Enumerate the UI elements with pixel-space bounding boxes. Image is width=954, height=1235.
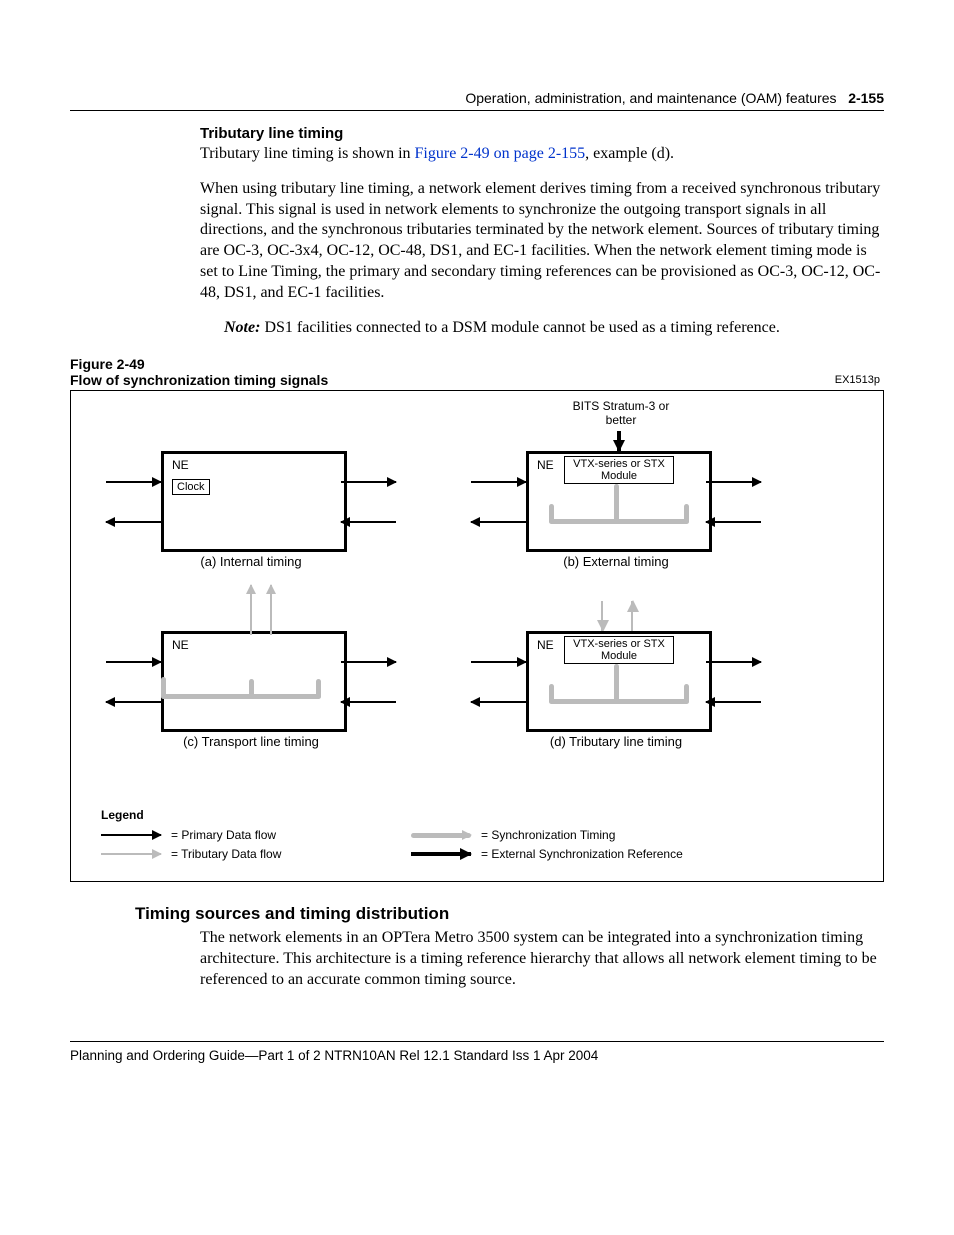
sync-line [249, 679, 254, 699]
legend-item: = Primary Data flow [101, 828, 411, 842]
arrow-icon [706, 701, 761, 703]
arrow-icon [471, 481, 526, 483]
arrow-down-icon [617, 431, 621, 451]
ne-label: NE [172, 458, 189, 472]
caption-d: (d) Tributary line timing [516, 734, 716, 749]
figure-box: NE Clock (a) Internal timing BITS Stratu… [70, 390, 884, 882]
arrow-icon [471, 701, 526, 703]
arrow-icon [341, 661, 396, 663]
arrow-up-icon [631, 601, 633, 631]
diagram-c-ne: NE [161, 631, 347, 732]
legend-label: = Primary Data flow [171, 828, 276, 842]
legend-title: Legend [101, 808, 853, 822]
sync-line [316, 679, 321, 699]
arrow-icon [270, 585, 272, 635]
sync-line [614, 664, 619, 704]
note-paragraph: Note: DS1 facilities connected to a DSM … [224, 318, 884, 339]
bits-label: BITS Stratum-3 or better [561, 399, 681, 427]
figure-code: EX1513p [835, 374, 880, 386]
sync-line [684, 504, 689, 524]
ne-label: NE [172, 638, 189, 652]
module-box: VTX-series or STX Module [564, 636, 674, 664]
diagram-a-ne: NE Clock [161, 451, 347, 552]
arrow-icon [106, 701, 161, 703]
sync-line [549, 519, 689, 524]
tributary-intro: Tributary line timing is shown in Figure… [200, 144, 884, 165]
legend-label: = External Synchronization Reference [481, 847, 683, 861]
figure-crossref-link[interactable]: Figure 2-49 on page 2-155 [415, 145, 586, 162]
sync-line [549, 699, 689, 704]
arrow-icon [471, 521, 526, 523]
sync-line [161, 677, 166, 699]
page-footer: Planning and Ordering Guide—Part 1 of 2 … [70, 1041, 884, 1063]
note-label: Note: [224, 319, 260, 336]
tributary-body: When using tributary line timing, a netw… [200, 179, 884, 304]
arrow-icon [706, 661, 761, 663]
arrow-icon [250, 585, 252, 635]
arrow-icon [106, 481, 161, 483]
ne-label: NE [537, 458, 554, 472]
sync-line [161, 694, 321, 699]
sync-line [684, 684, 689, 704]
caption-a: (a) Internal timing [151, 554, 351, 569]
arrow-icon [341, 521, 396, 523]
arrow-icon [411, 852, 471, 856]
ne-label: NE [537, 638, 554, 652]
figure-caption: Figure 2-49 Flow of synchronization timi… [70, 356, 884, 388]
arrow-icon [101, 853, 161, 855]
sync-line [549, 684, 554, 704]
caption-b: (b) External timing [516, 554, 716, 569]
figure-number: Figure 2-49 [70, 356, 145, 372]
diagram-b-ne: NE VTX-series or STX Module [526, 451, 712, 552]
legend: Legend = Primary Data flow = Synchroniza… [101, 808, 853, 866]
arrow-icon [706, 521, 761, 523]
diagram-d-ne: NE VTX-series or STX Module [526, 631, 712, 732]
arrow-icon [706, 481, 761, 483]
legend-item: = Synchronization Timing [411, 828, 721, 842]
arrow-icon [471, 661, 526, 663]
legend-label: = Synchronization Timing [481, 828, 615, 842]
text-span: , example (d). [585, 145, 674, 162]
header-section: Operation, administration, and maintenan… [465, 90, 836, 106]
tributary-subhead: Tributary line timing [200, 125, 884, 142]
legend-item: = External Synchronization Reference [411, 847, 721, 861]
clock-box: Clock [172, 479, 210, 495]
header-page-number: 2-155 [848, 90, 884, 106]
module-box: VTX-series or STX Module [564, 456, 674, 484]
sync-line [549, 504, 554, 524]
arrow-icon [101, 834, 161, 836]
caption-c: (c) Transport line timing [151, 734, 351, 749]
arrow-down-icon [601, 601, 603, 631]
legend-label: = Tributary Data flow [171, 847, 281, 861]
arrow-icon [106, 661, 161, 663]
arrow-icon [411, 833, 471, 838]
text-span: Tributary line timing is shown in [200, 145, 415, 162]
arrow-icon [106, 521, 161, 523]
figure-title: Flow of synchronization timing signals [70, 372, 884, 388]
legend-item: = Tributary Data flow [101, 847, 411, 861]
arrow-icon [341, 701, 396, 703]
sync-line [614, 484, 619, 524]
arrow-icon [341, 481, 396, 483]
note-text: DS1 facilities connected to a DSM module… [260, 319, 779, 336]
section2-body: The network elements in an OPTera Metro … [200, 928, 884, 990]
page-header: Operation, administration, and maintenan… [70, 90, 884, 111]
section-heading: Timing sources and timing distribution [135, 904, 884, 924]
